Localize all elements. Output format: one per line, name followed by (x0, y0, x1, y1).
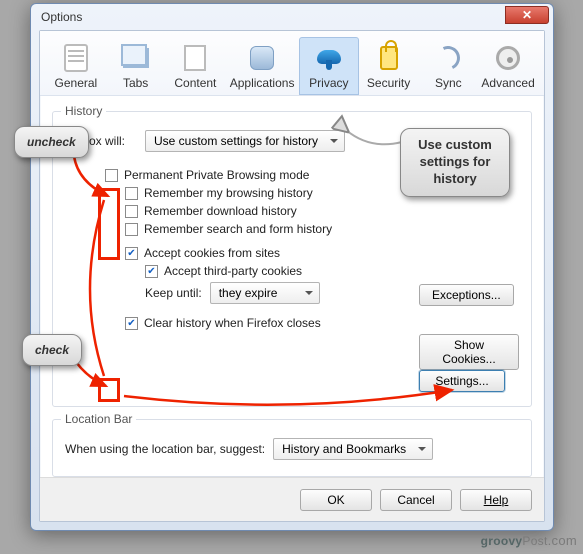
firefox-will-label: Firefox will: (65, 134, 145, 148)
history-group-title: History (61, 104, 106, 118)
help-button[interactable]: Help (460, 489, 532, 511)
accept-third-party-label: Accept third-party cookies (164, 264, 302, 278)
show-cookies-button[interactable]: Show Cookies... (419, 334, 519, 370)
keep-until-select[interactable]: they expire (210, 282, 320, 304)
tab-sync[interactable]: Sync (418, 37, 478, 95)
clear-on-close-label: Clear history when Firefox closes (144, 316, 321, 330)
tab-advanced[interactable]: Advanced (478, 37, 538, 95)
tab-strip: General Tabs Content Applications Privac… (40, 31, 544, 96)
tabs-icon (122, 44, 150, 72)
tab-general[interactable]: General (46, 37, 106, 95)
tab-content[interactable]: Content (166, 37, 226, 95)
close-button[interactable]: ✕ (505, 6, 549, 24)
security-icon (375, 44, 403, 72)
remember-form-checkbox[interactable] (125, 223, 138, 236)
settings-button[interactable]: Settings... (419, 370, 505, 392)
clear-on-close-checkbox[interactable] (125, 317, 138, 330)
advanced-icon (494, 44, 522, 72)
remember-browsing-checkbox[interactable] (125, 187, 138, 200)
general-icon (62, 44, 90, 72)
privacy-pane: History Firefox will: Use custom setting… (40, 101, 544, 477)
remember-download-checkbox[interactable] (125, 205, 138, 218)
watermark: groovyPost.com (481, 533, 577, 548)
accept-cookies-checkbox[interactable] (125, 247, 138, 260)
close-icon: ✕ (522, 8, 532, 22)
tab-security[interactable]: Security (359, 37, 419, 95)
content-icon (181, 44, 209, 72)
accept-third-party-checkbox[interactable] (145, 265, 158, 278)
cancel-button[interactable]: Cancel (380, 489, 452, 511)
remember-form-label: Remember search and form history (144, 222, 332, 236)
tab-tabs[interactable]: Tabs (106, 37, 166, 95)
window-title: Options (41, 10, 505, 24)
suggest-label: When using the location bar, suggest: (65, 442, 265, 456)
options-window: Options ✕ General Tabs Content (30, 3, 554, 531)
tab-applications[interactable]: Applications (225, 37, 299, 95)
privacy-icon (315, 44, 343, 72)
titlebar[interactable]: Options ✕ (31, 4, 553, 30)
remember-download-label: Remember download history (144, 204, 297, 218)
remember-browsing-label: Remember my browsing history (144, 186, 313, 200)
ok-button[interactable]: OK (300, 489, 372, 511)
history-group: History Firefox will: Use custom setting… (52, 111, 532, 407)
sync-icon (434, 44, 462, 72)
locationbar-group: Location Bar When using the location bar… (52, 419, 532, 477)
ppb-label: Permanent Private Browsing mode (124, 168, 309, 182)
tab-privacy[interactable]: Privacy (299, 37, 359, 95)
dialog-footer: OK Cancel Help (40, 477, 544, 521)
suggest-select[interactable]: History and Bookmarks (273, 438, 433, 460)
window-body: General Tabs Content Applications Privac… (39, 30, 545, 522)
ppb-checkbox[interactable] (105, 169, 118, 182)
locationbar-group-title: Location Bar (61, 412, 136, 426)
keep-until-label: Keep until: (145, 286, 202, 300)
history-mode-select[interactable]: Use custom settings for history (145, 130, 345, 152)
exceptions-button[interactable]: Exceptions... (419, 284, 514, 306)
accept-cookies-label: Accept cookies from sites (144, 246, 280, 260)
applications-icon (248, 44, 276, 72)
